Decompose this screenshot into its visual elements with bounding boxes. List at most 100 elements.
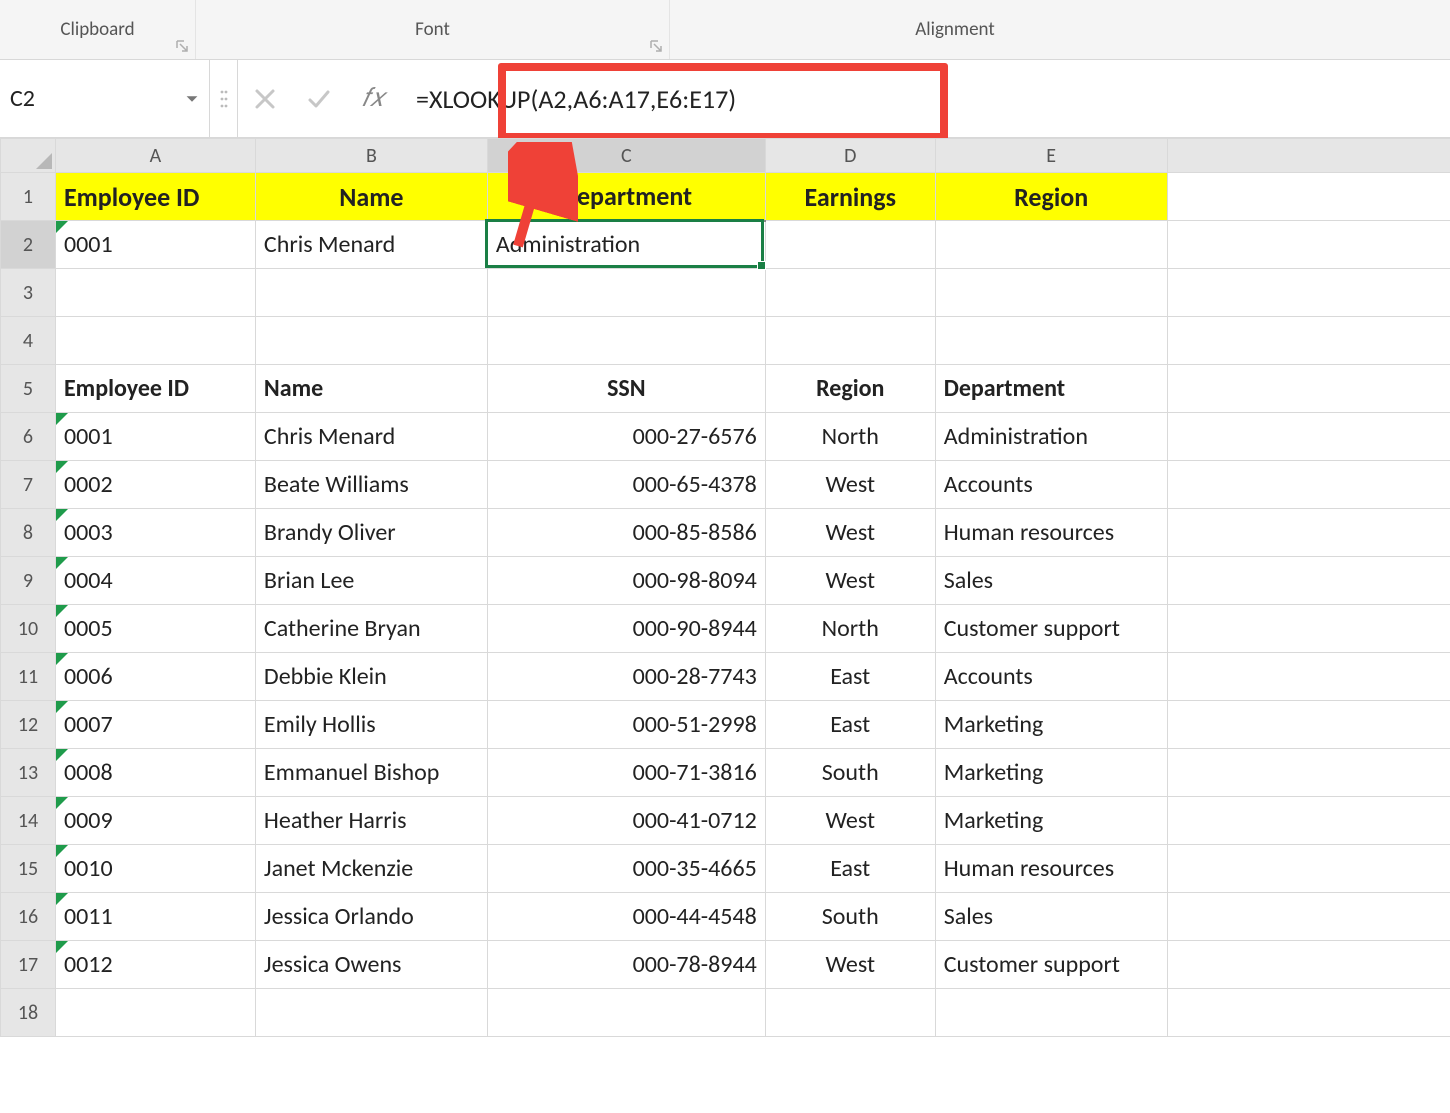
cell[interactable] — [1167, 797, 1450, 845]
row-header[interactable]: 10 — [1, 605, 56, 653]
cancel-button[interactable] — [238, 60, 292, 137]
cell[interactable]: West — [765, 941, 935, 989]
cell[interactable] — [765, 221, 935, 269]
insert-function-button[interactable]: 𝑓𝑥 — [346, 60, 400, 137]
ribbon-group-font[interactable]: Font — [196, 0, 670, 59]
col-header-blank[interactable] — [1167, 139, 1450, 173]
cell[interactable]: Earnings — [765, 173, 935, 221]
row-header[interactable]: 4 — [1, 317, 56, 365]
cell[interactable] — [935, 221, 1167, 269]
col-header-E[interactable]: E — [935, 139, 1167, 173]
cell[interactable]: 0012 — [55, 941, 255, 989]
row-header[interactable]: 12 — [1, 701, 56, 749]
cell[interactable]: 0005 — [55, 605, 255, 653]
row-header[interactable]: 14 — [1, 797, 56, 845]
cell[interactable]: 000-78-8944 — [487, 941, 765, 989]
cell[interactable] — [765, 317, 935, 365]
cell[interactable] — [935, 317, 1167, 365]
cell[interactable]: Employee ID — [55, 173, 255, 221]
grid[interactable]: A B C D E 1 Employee ID Name Department … — [0, 138, 1450, 1037]
cell[interactable] — [1167, 557, 1450, 605]
cell[interactable] — [55, 317, 255, 365]
cell[interactable]: Catherine Bryan — [255, 605, 487, 653]
cell[interactable] — [255, 989, 487, 1037]
cell[interactable]: 0002 — [55, 461, 255, 509]
row-header[interactable]: 9 — [1, 557, 56, 605]
worksheet[interactable]: A B C D E 1 Employee ID Name Department … — [0, 138, 1450, 1037]
cell[interactable]: Emmanuel Bishop — [255, 749, 487, 797]
cell[interactable]: West — [765, 797, 935, 845]
cell[interactable]: Name — [255, 173, 487, 221]
cell[interactable]: Department — [487, 173, 765, 221]
cell[interactable] — [1167, 749, 1450, 797]
row-header[interactable]: 15 — [1, 845, 56, 893]
cell[interactable]: Administration — [935, 413, 1167, 461]
row-header[interactable]: 13 — [1, 749, 56, 797]
col-header-A[interactable]: A — [55, 139, 255, 173]
cell[interactable]: 0004 — [55, 557, 255, 605]
cell[interactable]: Chris Menard — [255, 221, 487, 269]
cell[interactable]: 000-35-4665 — [487, 845, 765, 893]
col-header-B[interactable]: B — [255, 139, 487, 173]
row-header[interactable]: 7 — [1, 461, 56, 509]
cell[interactable]: 000-65-4378 — [487, 461, 765, 509]
cell[interactable]: Employee ID — [55, 365, 255, 413]
cell[interactable]: Emily Hollis — [255, 701, 487, 749]
cell[interactable] — [255, 317, 487, 365]
col-header-D[interactable]: D — [765, 139, 935, 173]
cell[interactable]: 000-90-8944 — [487, 605, 765, 653]
cell[interactable]: East — [765, 845, 935, 893]
cell[interactable]: 0009 — [55, 797, 255, 845]
cell[interactable]: 0011 — [55, 893, 255, 941]
cell[interactable]: Human resources — [935, 845, 1167, 893]
cell[interactable]: Sales — [935, 557, 1167, 605]
cell[interactable] — [1167, 605, 1450, 653]
cell[interactable]: 000-44-4548 — [487, 893, 765, 941]
dialog-launcher-icon[interactable] — [175, 39, 189, 53]
cell[interactable]: West — [765, 509, 935, 557]
cell[interactable]: Region — [765, 365, 935, 413]
cell[interactable]: Region — [935, 173, 1167, 221]
cell[interactable]: Jessica Orlando — [255, 893, 487, 941]
row-header[interactable]: 1 — [1, 173, 56, 221]
row-header[interactable]: 11 — [1, 653, 56, 701]
cell[interactable]: 000-71-3816 — [487, 749, 765, 797]
row-header[interactable]: 16 — [1, 893, 56, 941]
cell[interactable]: West — [765, 461, 935, 509]
cell[interactable]: 0003 — [55, 509, 255, 557]
cell[interactable]: 0001 — [55, 413, 255, 461]
cell[interactable]: 0006 — [55, 653, 255, 701]
cell[interactable] — [935, 989, 1167, 1037]
row-header[interactable]: 3 — [1, 269, 56, 317]
cell[interactable]: Sales — [935, 893, 1167, 941]
cell[interactable] — [487, 989, 765, 1037]
cell[interactable] — [1167, 701, 1450, 749]
chevron-down-icon[interactable] — [183, 90, 201, 108]
row-header[interactable]: 2 — [1, 221, 56, 269]
cell[interactable]: Jessica Owens — [255, 941, 487, 989]
cell[interactable]: 000-85-8586 — [487, 509, 765, 557]
cell[interactable]: 0001 — [55, 221, 255, 269]
row-header[interactable]: 8 — [1, 509, 56, 557]
cell[interactable] — [255, 269, 487, 317]
cell[interactable]: 000-27-6576 — [487, 413, 765, 461]
cell[interactable] — [1167, 365, 1450, 413]
cell[interactable]: Marketing — [935, 749, 1167, 797]
cell[interactable] — [55, 269, 255, 317]
cell[interactable]: North — [765, 413, 935, 461]
cell[interactable] — [487, 317, 765, 365]
formula-bar-grip[interactable] — [210, 60, 238, 137]
cell[interactable] — [1167, 941, 1450, 989]
cell[interactable] — [1167, 317, 1450, 365]
row-header[interactable]: 18 — [1, 989, 56, 1037]
cell[interactable] — [55, 989, 255, 1037]
cell[interactable]: West — [765, 557, 935, 605]
cell[interactable] — [1167, 461, 1450, 509]
cell[interactable]: 000-28-7743 — [487, 653, 765, 701]
ribbon-group-alignment[interactable]: Alignment — [670, 0, 1240, 59]
cell[interactable]: 000-98-8094 — [487, 557, 765, 605]
cell[interactable]: Customer support — [935, 941, 1167, 989]
formula-input[interactable]: =XLOOKUP(A2,A6:A17,E6:E17) — [400, 60, 1450, 137]
cell[interactable]: 0010 — [55, 845, 255, 893]
cell[interactable] — [1167, 845, 1450, 893]
